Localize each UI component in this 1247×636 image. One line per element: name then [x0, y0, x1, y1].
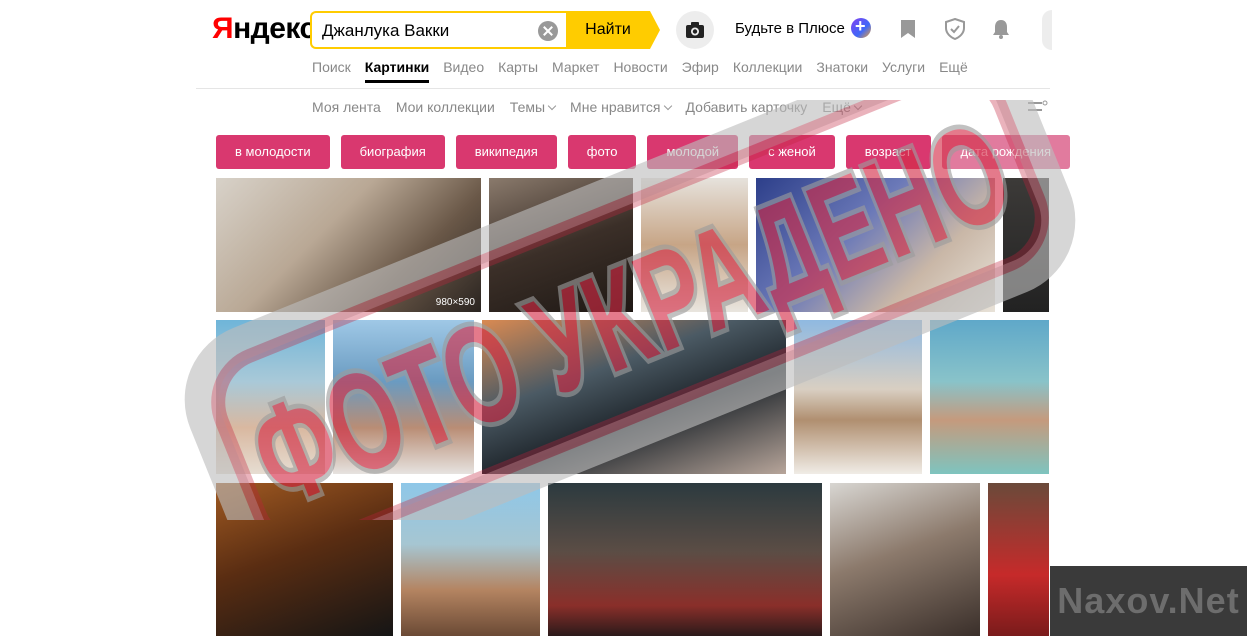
search-box: [310, 11, 566, 49]
image-thumbnail[interactable]: [216, 320, 325, 474]
service-news[interactable]: Новости: [613, 59, 667, 83]
image-thumbnail[interactable]: [333, 320, 474, 474]
image-thumbnail[interactable]: [756, 178, 995, 312]
chevron-down-icon: [853, 101, 863, 111]
service-znatoki[interactable]: Знатоки: [816, 59, 868, 83]
image-thumbnail[interactable]: [930, 320, 1049, 474]
subnav-more[interactable]: Ещё: [822, 99, 863, 115]
subnav-likes-label: Мне нравится: [570, 99, 661, 115]
related-queries: в молодости биография википедия фото мол…: [216, 135, 1081, 169]
service-efir[interactable]: Эфир: [682, 59, 719, 83]
image-thumbnail[interactable]: 980×590: [216, 178, 481, 312]
subnav-likes[interactable]: Мне нравится: [570, 99, 672, 115]
chip[interactable]: возраст: [845, 135, 931, 169]
chip[interactable]: молодой: [647, 135, 739, 169]
image-thumbnail[interactable]: [641, 178, 748, 312]
chip[interactable]: в молодости: [216, 135, 330, 169]
plus-icon[interactable]: [851, 16, 871, 38]
bell-icon[interactable]: [990, 18, 1012, 40]
subnav-themes[interactable]: Темы: [509, 99, 557, 115]
service-uslugi[interactable]: Услуги: [882, 59, 925, 83]
site-watermark-text: Naxov.Net: [1057, 580, 1240, 621]
service-search[interactable]: Поиск: [312, 59, 351, 83]
clear-icon[interactable]: [538, 21, 558, 41]
chip[interactable]: фото: [567, 135, 637, 169]
service-more[interactable]: Ещё: [939, 59, 968, 83]
image-thumbnail[interactable]: [489, 178, 633, 312]
image-thumbnail[interactable]: [1003, 178, 1049, 312]
avatar[interactable]: [1042, 10, 1052, 50]
plus-promo-link[interactable]: Будьте в Плюсе: [735, 20, 845, 37]
service-collections[interactable]: Коллекции: [733, 59, 803, 83]
bookmark-icon[interactable]: [897, 18, 919, 40]
search-button-arrow: [650, 11, 660, 49]
subnav-collections[interactable]: Мои коллекции: [396, 99, 495, 115]
search-form: Найти: [310, 11, 660, 49]
image-thumbnail[interactable]: [482, 320, 786, 474]
filter-icon[interactable]: [1028, 100, 1048, 114]
subnav-add-card[interactable]: Добавить карточку: [686, 99, 808, 115]
image-thumbnail[interactable]: [401, 483, 540, 636]
camera-search-button[interactable]: [676, 11, 714, 49]
search-button[interactable]: Найти: [566, 11, 650, 49]
image-dimensions: 980×590: [435, 297, 475, 308]
chip[interactable]: википедия: [455, 135, 557, 169]
subnav-themes-label: Темы: [509, 99, 546, 115]
chevron-down-icon: [547, 101, 557, 111]
subnav-feed[interactable]: Моя лента: [312, 99, 381, 115]
shield-icon[interactable]: [944, 18, 966, 40]
chevron-down-icon: [663, 101, 672, 111]
site-watermark: Naxov.Net: [1050, 566, 1247, 636]
chip[interactable]: дата рождения: [941, 135, 1071, 169]
camera-icon: [686, 22, 704, 38]
subnav-more-label: Ещё: [822, 99, 851, 115]
service-images[interactable]: Картинки: [364, 59, 430, 83]
service-market[interactable]: Маркет: [552, 59, 599, 83]
images-subnav: Моя лента Мои коллекции Темы Мне нравитс…: [312, 99, 876, 115]
search-input[interactable]: [322, 21, 532, 41]
service-video[interactable]: Видео: [443, 59, 484, 83]
image-thumbnail[interactable]: [794, 320, 922, 474]
services-nav: Поиск Картинки Видео Карты Маркет Новост…: [312, 59, 982, 83]
image-thumbnail[interactable]: [548, 483, 822, 636]
image-thumbnail[interactable]: [216, 483, 393, 636]
yandex-logo[interactable]: Яндекс: [212, 12, 316, 46]
service-maps[interactable]: Карты: [498, 59, 538, 83]
image-thumbnail[interactable]: [830, 483, 980, 636]
header-divider: [196, 88, 1050, 89]
image-thumbnail[interactable]: [988, 483, 1049, 636]
chip[interactable]: с женой: [749, 135, 835, 169]
chip[interactable]: биография: [340, 135, 445, 169]
